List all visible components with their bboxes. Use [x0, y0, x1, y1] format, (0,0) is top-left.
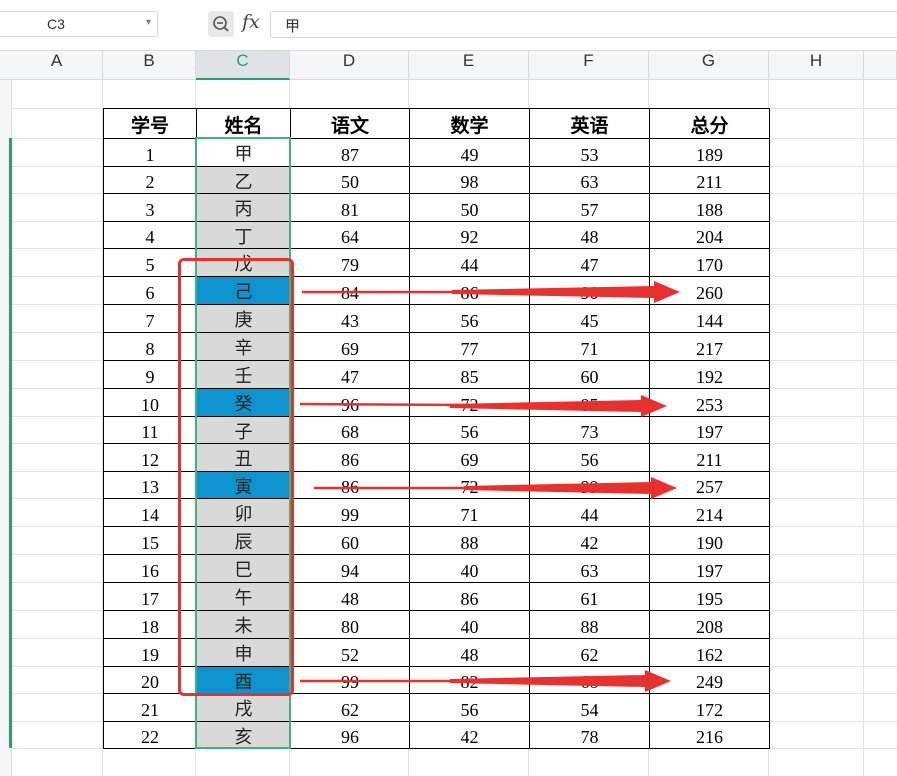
arrow-shaft: [464, 482, 651, 494]
arrow-head-icon: [654, 281, 680, 303]
arrow-shaft: [452, 286, 654, 298]
arrow-head-icon: [651, 477, 677, 499]
arrow-head-icon: [645, 670, 671, 692]
arrow-head-icon: [641, 395, 667, 417]
arrow-shaft: [450, 675, 645, 687]
arrow-shaft: [450, 400, 641, 412]
annotation-arrows: [299, 281, 680, 692]
